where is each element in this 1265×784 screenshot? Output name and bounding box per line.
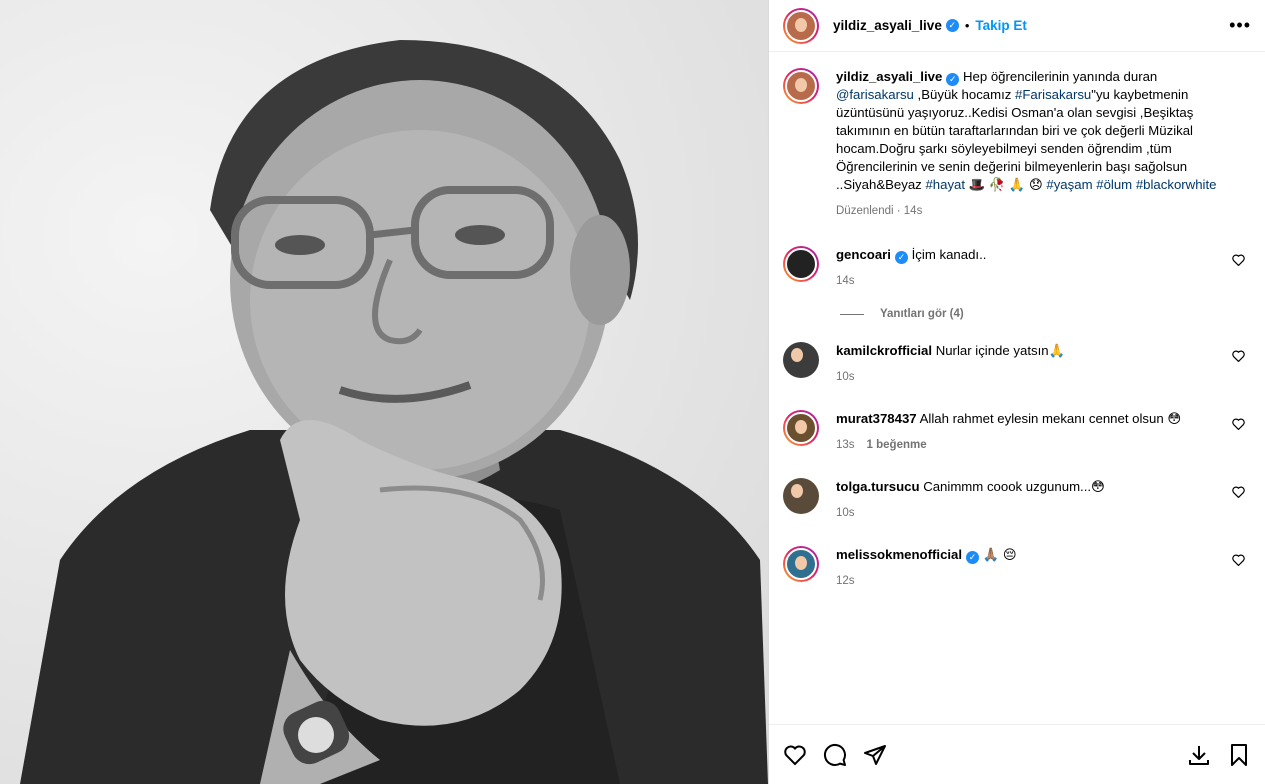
commenter-avatar[interactable]	[783, 342, 819, 378]
share-icon[interactable]	[863, 743, 887, 767]
caption-hashtag[interactable]: #Farisakarsu	[1015, 87, 1091, 102]
post-header: yildiz_asyali_live ✓ • Takip Et •••	[769, 0, 1265, 52]
caption-row: yildiz_asyali_live ✓ Hep öğrencilerinin y…	[783, 68, 1251, 220]
caption-text-2: ,Büyük hocamız	[913, 87, 1016, 102]
commenter-username[interactable]: tolga.tursucu	[836, 479, 920, 494]
commenter-avatar[interactable]	[783, 410, 819, 446]
commenter-username[interactable]: melissokmenofficial	[836, 547, 962, 562]
commenter-username[interactable]: kamilckrofficial	[836, 343, 932, 358]
comment-item: tolga.tursucu Canimmm coook uzgunum...😳 …	[783, 478, 1251, 522]
author-avatar[interactable]	[783, 7, 819, 44]
verified-badge-icon: ✓	[946, 73, 960, 86]
post-actions	[769, 724, 1265, 784]
caption-mention[interactable]: @farisakarsu	[836, 87, 914, 102]
verified-badge-icon: ✓	[966, 551, 980, 564]
caption-hashtag[interactable]: #hayat	[925, 177, 965, 192]
commenter-avatar[interactable]	[783, 478, 819, 514]
commenter-username[interactable]: murat378437	[836, 411, 917, 426]
caption-hashtag[interactable]: #ölum	[1096, 177, 1132, 192]
commenter-avatar[interactable]	[783, 546, 819, 582]
like-comment-icon[interactable]	[1232, 418, 1245, 430]
commenter-avatar[interactable]	[783, 246, 819, 282]
comment-icon[interactable]	[823, 743, 847, 767]
post-sidebar: yildiz_asyali_live ✓ • Takip Et ••• yild…	[768, 0, 1265, 784]
caption-username[interactable]: yildiz_asyali_live	[836, 69, 942, 84]
comment-meta: 10s	[836, 368, 1227, 386]
caption-hashtag[interactable]: #blackorwhite	[1136, 177, 1217, 192]
caption-text-1: Hep öğrencilerinin yanında duran	[959, 69, 1158, 84]
comment-time: 12s	[836, 575, 855, 587]
comment-item: murat378437 Allah rahmet eylesin mekanı …	[783, 410, 1251, 454]
view-replies-button[interactable]: Yanıtları gör (4)	[840, 308, 1251, 320]
comment-likes[interactable]: 1 beğenme	[867, 439, 927, 451]
follow-button[interactable]: Takip Et	[975, 18, 1027, 33]
comment-text: 🙏🏽 😔	[982, 547, 1017, 562]
bookmark-icon[interactable]	[1227, 743, 1251, 767]
commenter-username[interactable]: gencoari	[836, 247, 891, 262]
comment-item: kamilckrofficial Nurlar içinde yatsın🙏 1…	[783, 342, 1251, 386]
comment-meta: 13s 1 beğenme	[836, 436, 1227, 454]
comment-meta: 14s	[836, 272, 1227, 290]
like-comment-icon[interactable]	[1232, 486, 1245, 498]
like-comment-icon[interactable]	[1232, 350, 1245, 362]
author-username[interactable]: yildiz_asyali_live	[833, 18, 942, 33]
caption-emojis: 🎩 🥀 🙏 😞	[965, 177, 1047, 192]
caption-hashtag[interactable]: #yaşam	[1046, 177, 1092, 192]
comment-meta: 10s	[836, 504, 1227, 522]
post-photo	[0, 0, 768, 784]
comment-time: 10s	[836, 507, 855, 519]
comment-meta: 12s	[836, 572, 1227, 590]
comment-item: gencoari ✓ İçim kanadı.. 14s	[783, 246, 1251, 290]
heart-icon[interactable]	[783, 743, 807, 767]
comment-text: İçim kanadı..	[911, 247, 987, 262]
verified-badge-icon: ✓	[945, 19, 959, 32]
more-options-icon[interactable]: •••	[1229, 15, 1251, 36]
comment-time: 13s	[836, 439, 855, 451]
comment-time: 14s	[836, 275, 855, 287]
comment-text: Allah rahmet eylesin mekanı cennet olsun…	[919, 411, 1182, 426]
portrait-illustration	[20, 40, 768, 784]
post-viewer: yildiz_asyali_live ✓ • Takip Et ••• yild…	[0, 0, 1265, 784]
like-comment-icon[interactable]	[1232, 254, 1245, 266]
comment-time: 10s	[836, 371, 855, 383]
view-replies-label: Yanıtları gör (4)	[880, 308, 964, 320]
caption-time: 14s	[903, 205, 923, 217]
caption-meta: Düzenlendi · 14s	[836, 205, 923, 217]
replies-line	[840, 313, 864, 315]
caption-avatar[interactable]	[783, 68, 819, 104]
comment-text: Nurlar içinde yatsın🙏	[935, 343, 1065, 358]
comment-item: melissokmenofficial ✓ 🙏🏽 😔 12s	[783, 546, 1251, 590]
comment-text: Canimmm coook uzgunum...😳	[923, 479, 1105, 494]
like-comment-icon[interactable]	[1232, 554, 1245, 566]
verified-badge-icon: ✓	[894, 251, 908, 264]
separator-dot: •	[964, 18, 970, 33]
edited-label: Düzenlendi	[836, 205, 894, 217]
comments-feed[interactable]: yildiz_asyali_live ✓ Hep öğrencilerinin y…	[769, 52, 1265, 724]
download-icon[interactable]	[1187, 743, 1211, 767]
